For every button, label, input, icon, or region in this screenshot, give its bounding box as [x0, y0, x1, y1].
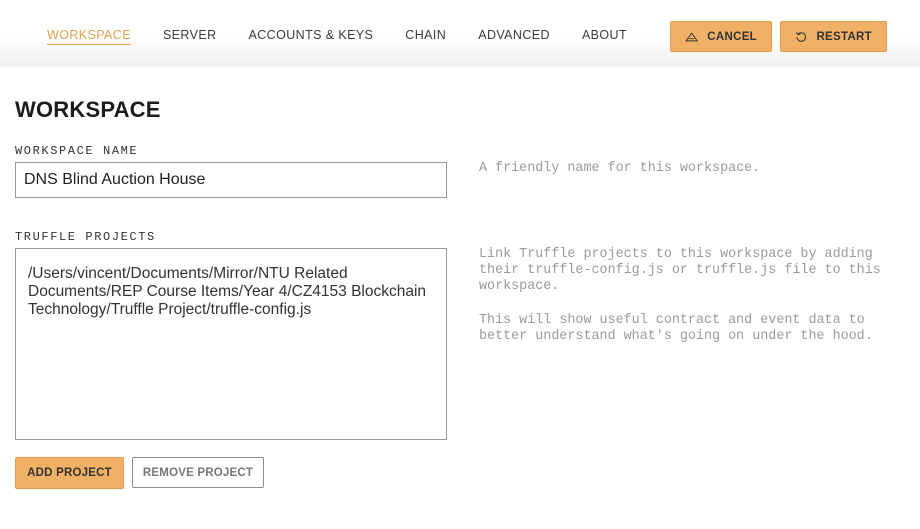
page-title: WORKSPACE — [15, 97, 161, 122]
tab-workspace[interactable]: WORKSPACE — [47, 28, 131, 45]
workspace-name-label: WORKSPACE NAME — [15, 144, 139, 158]
truffle-projects-help-detail: This will show useful contract and event… — [479, 313, 873, 344]
tab-server[interactable]: SERVER — [163, 28, 217, 45]
tab-accounts-keys[interactable]: ACCOUNTS & KEYS — [249, 28, 374, 45]
truffle-projects-label: TRUFFLE PROJECTS — [15, 230, 156, 244]
settings-tabs: WORKSPACE SERVER ACCOUNTS & KEYS CHAIN A… — [47, 28, 659, 45]
restart-icon — [796, 31, 807, 42]
restart-label: RESTART — [816, 30, 872, 43]
workspace-name-help: A friendly name for this workspace. — [479, 161, 761, 176]
remove-project-button[interactable]: REMOVE PROJECT — [132, 457, 264, 488]
tab-chain[interactable]: CHAIN — [405, 28, 446, 45]
add-project-label: ADD PROJECT — [27, 467, 112, 479]
settings-header: WORKSPACE SERVER ACCOUNTS & KEYS CHAIN A… — [0, 0, 920, 65]
tab-about[interactable]: ABOUT — [582, 28, 627, 45]
remove-project-label: REMOVE PROJECT — [142, 466, 254, 479]
workspace-name-input[interactable]: DNS Blind Auction House — [15, 162, 447, 198]
tab-advanced[interactable]: ADVANCED — [478, 28, 550, 45]
truffle-projects-help: Link Truffle projects to this workspace … — [479, 247, 881, 294]
restart-button[interactable]: RESTART — [780, 21, 887, 52]
truffle-projects-list[interactable]: /Users/vincent/Documents/Mirror/NTU Rela… — [15, 248, 447, 440]
add-project-button[interactable]: ADD PROJECT — [15, 457, 124, 489]
cancel-label: CANCEL — [707, 30, 757, 43]
warning-triangle-icon — [685, 32, 698, 41]
project-path-item[interactable]: /Users/vincent/Documents/Mirror/NTU Rela… — [28, 265, 436, 319]
cancel-button[interactable]: CANCEL — [670, 21, 772, 52]
